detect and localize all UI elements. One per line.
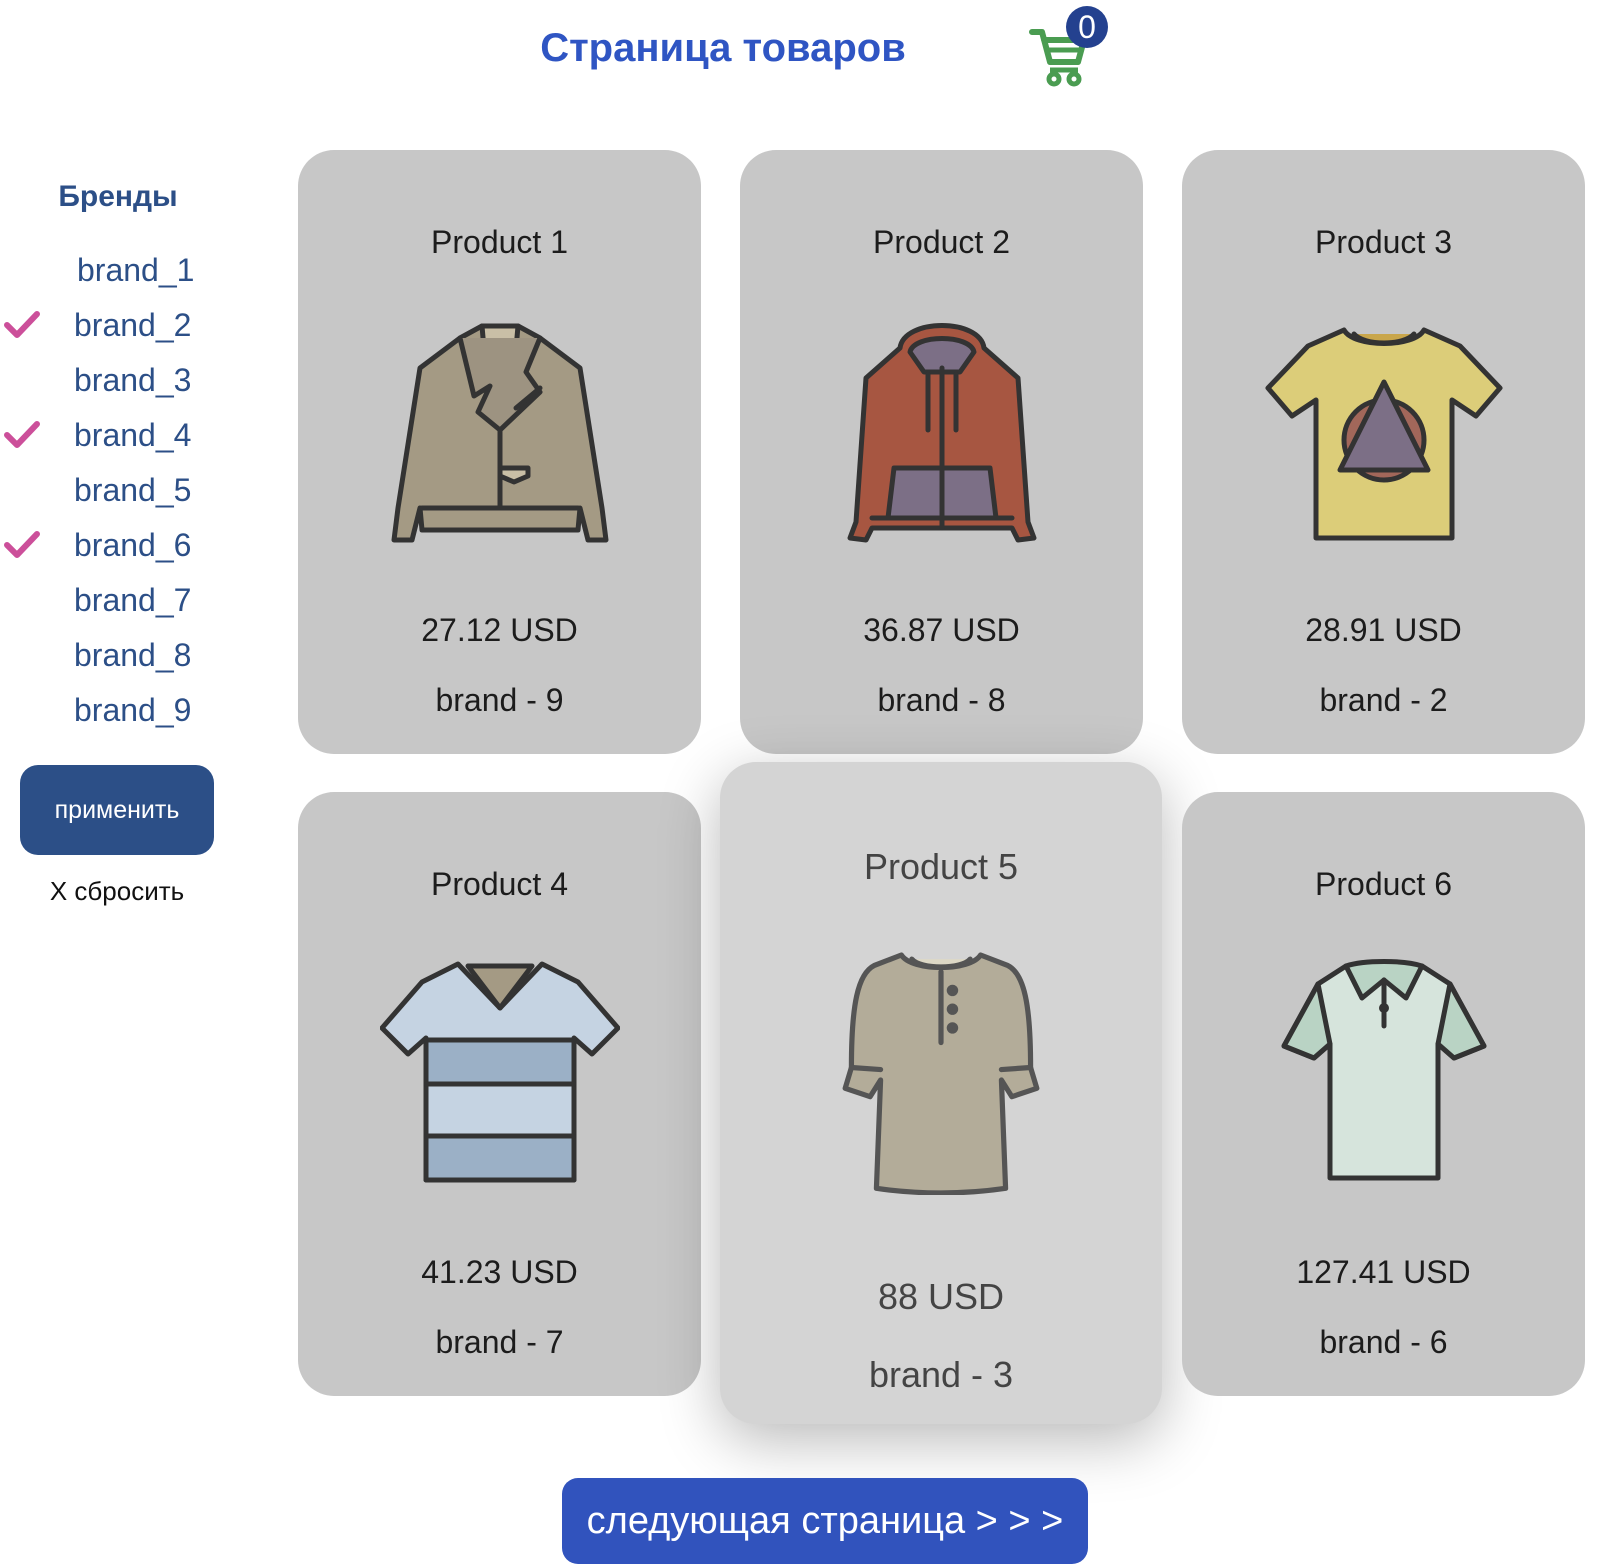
product-brand: brand - 2	[1319, 682, 1448, 718]
product-name: Product 4	[431, 866, 568, 902]
brand-filter-item[interactable]: brand_8	[0, 637, 240, 692]
leather-jacket-icon	[391, 323, 608, 543]
brand-filter-label: brand_7	[74, 582, 192, 618]
product-brand: brand - 9	[435, 682, 564, 718]
product-price: 41.23 USD	[421, 1254, 578, 1290]
checkmark-icon	[4, 311, 40, 338]
henley-shirt-icon	[842, 952, 1040, 1195]
product-name: Product 2	[873, 224, 1010, 260]
product-card[interactable]: Product 1 27.12 USD brand - 9	[298, 150, 701, 754]
page-title: Страница товаров	[540, 26, 906, 70]
brand-filter-list: brand_1 brand_2 brand_3 brand_4 brand_5 …	[0, 252, 240, 747]
next-page-button[interactable]: следующая страница > > >	[562, 1478, 1088, 1564]
product-price: 127.41 USD	[1296, 1254, 1471, 1290]
striped-tshirt-icon	[379, 961, 620, 1183]
reset-filter-link[interactable]: Х сбросить	[20, 876, 214, 907]
brand-filter-item[interactable]: brand_6	[0, 527, 240, 582]
product-card[interactable]: Product 4 41.23 USD brand - 7	[298, 792, 701, 1396]
product-name: Product 3	[1315, 224, 1452, 260]
cart-count-badge: 0	[1066, 6, 1108, 48]
product-name: Product 6	[1315, 866, 1452, 902]
product-brand: brand - 7	[435, 1324, 564, 1360]
brand-filter-label: brand_6	[74, 527, 192, 563]
product-card[interactable]: Product 5 88 USD brand - 3	[720, 762, 1162, 1424]
brand-filter-item[interactable]: brand_3	[0, 362, 240, 417]
brand-filter-item[interactable]: brand_5	[0, 472, 240, 527]
brand-filter-label: brand_9	[74, 692, 192, 728]
product-brand: brand - 3	[868, 1354, 1014, 1395]
product-price: 28.91 USD	[1305, 612, 1462, 648]
brand-filter-item[interactable]: brand_7	[0, 582, 240, 637]
product-name: Product 1	[431, 224, 568, 260]
brand-filter-item[interactable]: brand_2	[0, 307, 240, 362]
polo-shirt-icon	[1281, 959, 1486, 1181]
product-card[interactable]: Product 2 36.87 USD brand - 8	[740, 150, 1143, 754]
product-card[interactable]: Product 3 28.91 USD brand - 2	[1182, 150, 1585, 754]
hoodie-icon	[847, 323, 1036, 543]
brand-filter-label: brand_5	[74, 472, 192, 508]
brands-heading: Бренды	[58, 180, 178, 213]
checkmark-icon	[4, 421, 40, 448]
product-price: 88 USD	[877, 1276, 1005, 1317]
brand-filter-label: brand_3	[74, 362, 192, 398]
product-price: 27.12 USD	[421, 612, 578, 648]
brand-filter-item[interactable]: brand_9	[0, 692, 240, 747]
checkmark-icon	[4, 531, 40, 558]
brand-filter-item[interactable]: brand_4	[0, 417, 240, 472]
product-brand: brand - 8	[877, 682, 1006, 718]
graphic-tshirt-icon	[1265, 327, 1502, 541]
brand-filter-label: brand_1	[77, 252, 195, 288]
brand-filter-item[interactable]: brand_1	[0, 252, 240, 307]
product-name: Product 5	[863, 846, 1019, 887]
brand-filter-label: brand_8	[74, 637, 192, 673]
product-card[interactable]: Product 6 127.41 USD brand - 6	[1182, 792, 1585, 1396]
apply-filter-button[interactable]: применить	[20, 765, 214, 855]
product-brand: brand - 6	[1319, 1324, 1448, 1360]
brand-filter-label: brand_4	[74, 417, 192, 453]
product-price: 36.87 USD	[863, 612, 1020, 648]
brand-filter-label: brand_2	[74, 307, 192, 343]
